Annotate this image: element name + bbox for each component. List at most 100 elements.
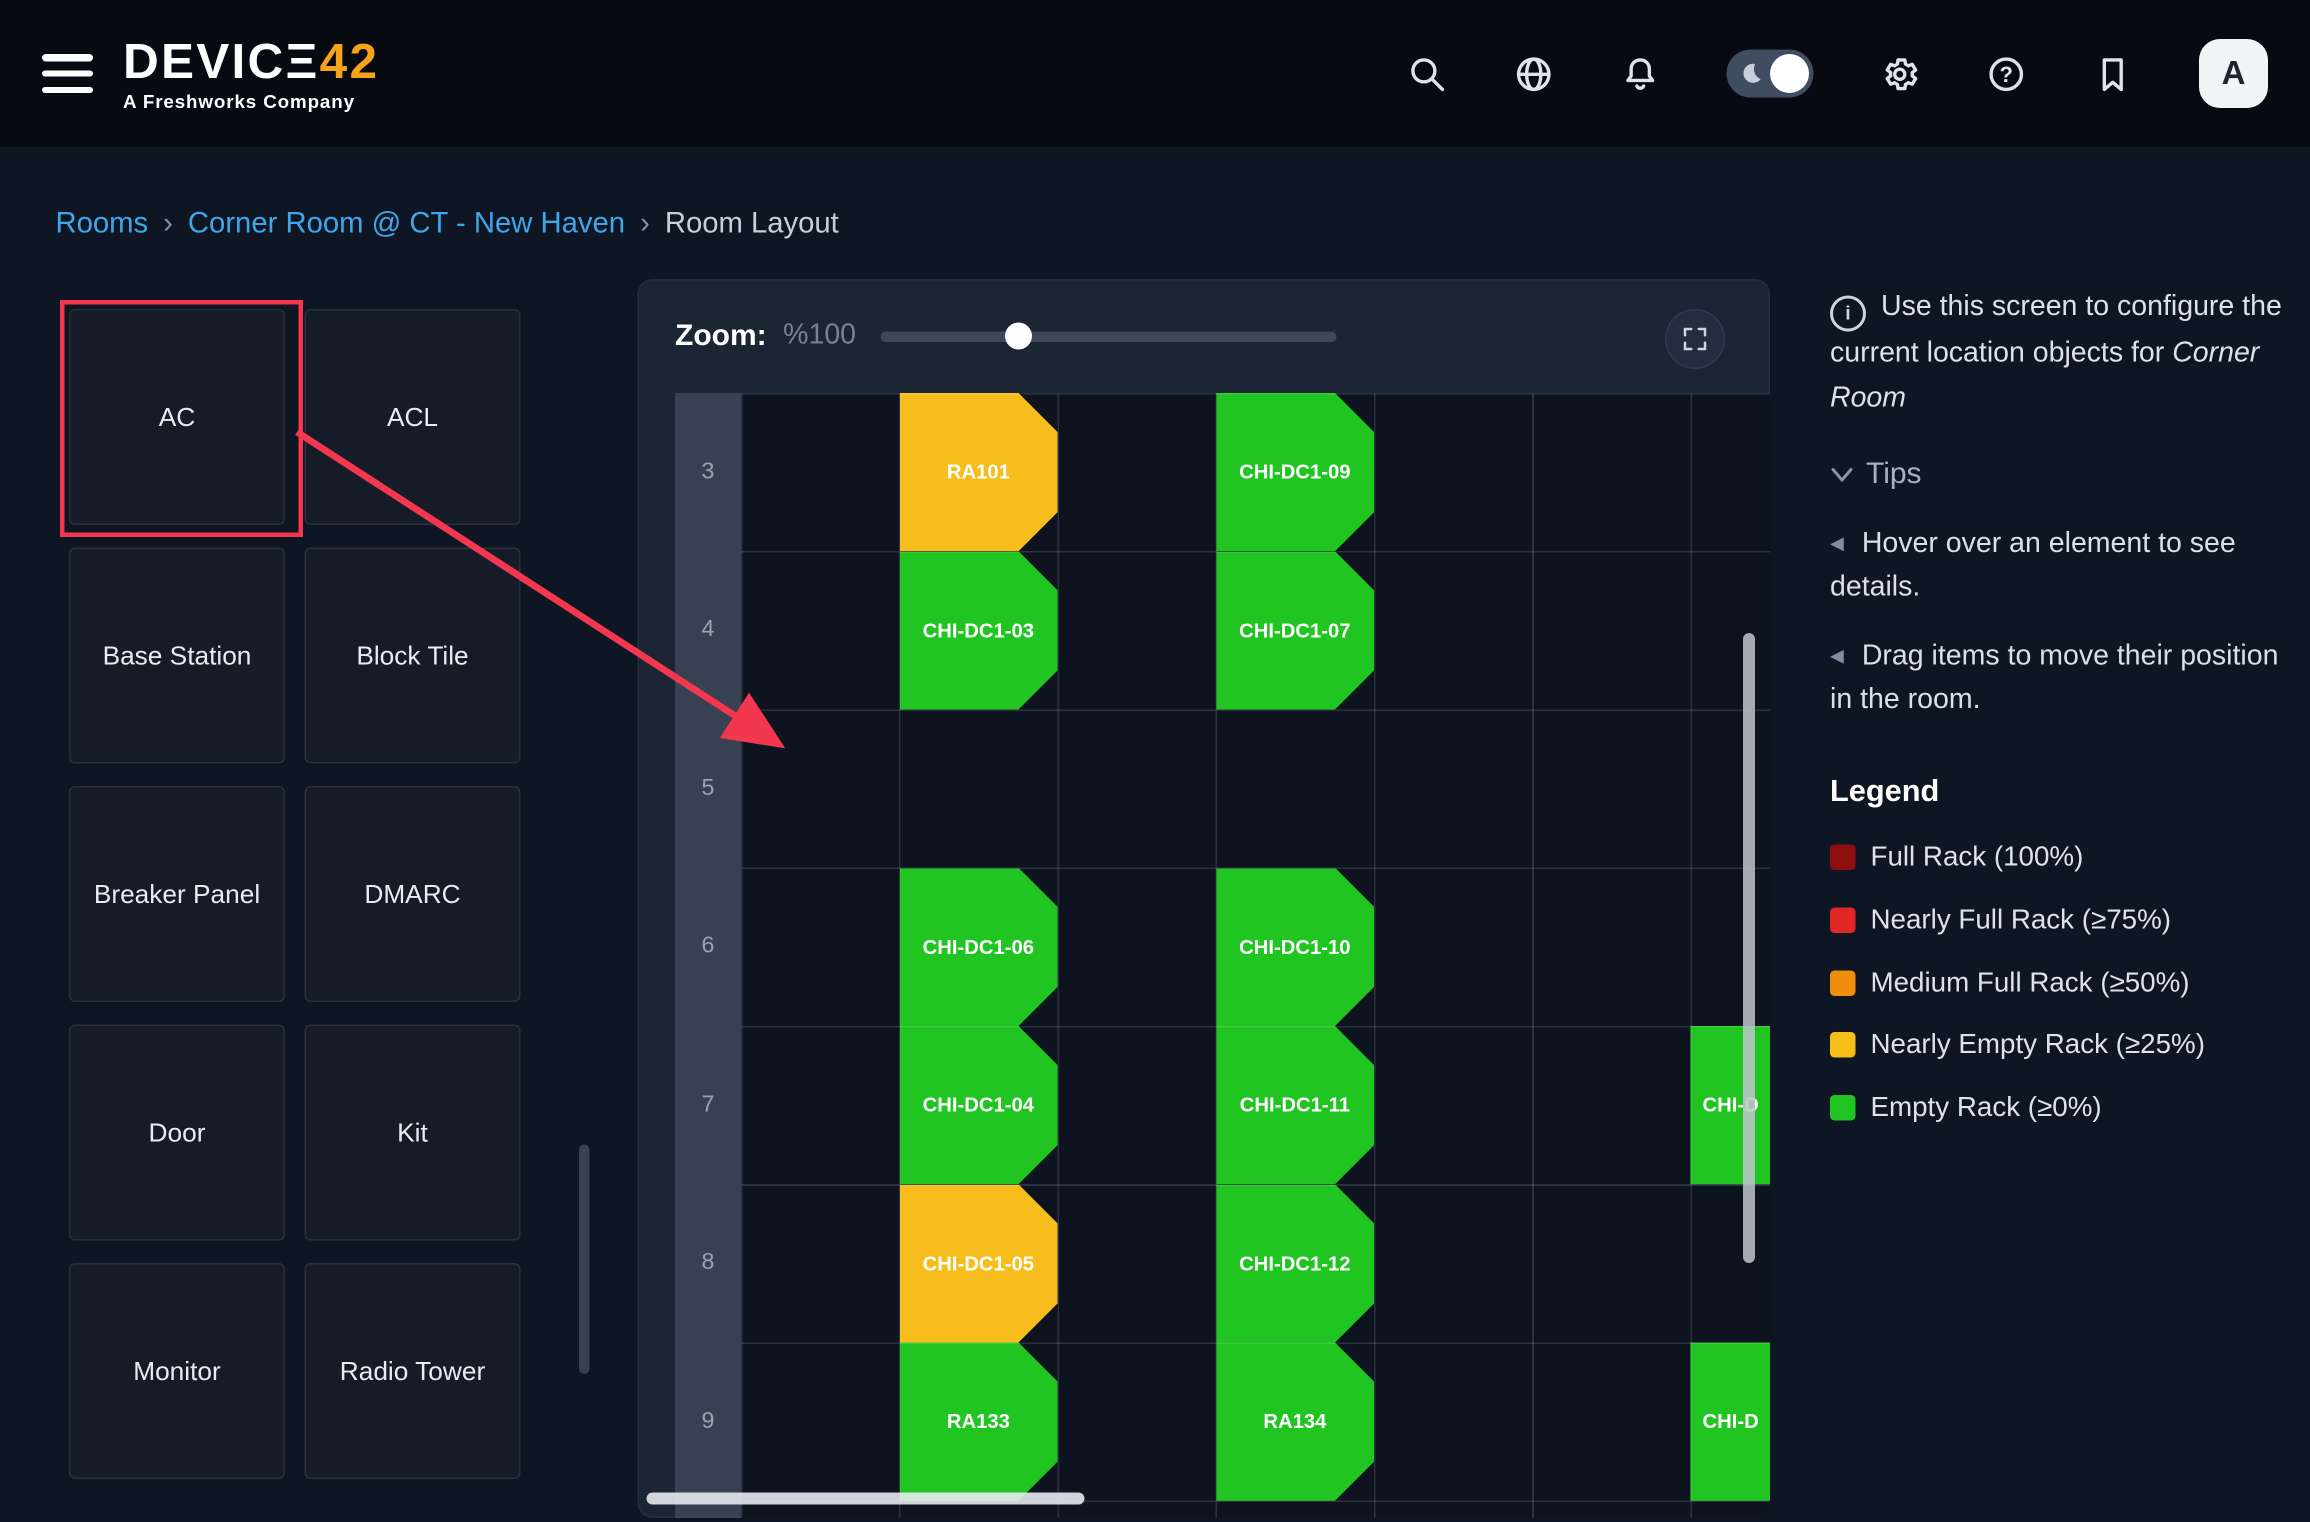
legend-label: Nearly Full Rack (≥75%)	[1871, 899, 2172, 942]
row-label-7: 7	[675, 1026, 741, 1184]
moon-icon	[1737, 60, 1764, 87]
zoom-slider[interactable]	[880, 323, 1336, 350]
brand-logo-number: 42	[320, 33, 380, 89]
tips-toggle[interactable]: Tips	[1830, 451, 2304, 498]
rack-chi-dc1-11[interactable]: CHI-DC1-11	[1216, 1026, 1374, 1184]
chevron-down-icon	[1830, 464, 1854, 485]
hamburger-menu-button[interactable]	[42, 54, 93, 93]
rack-label: CHI-DC1-12	[1239, 1252, 1350, 1275]
top-bar: DEVICΞ42 A Freshworks Company ?	[0, 0, 2310, 147]
globe-icon[interactable]	[1514, 53, 1555, 94]
row-label-4: 4	[675, 551, 741, 709]
legend-swatch-icon	[1830, 907, 1856, 933]
palette-tile-base-station[interactable]: Base Station	[69, 548, 285, 764]
user-avatar[interactable]: A	[2199, 39, 2268, 108]
rack-chi-dc1-05[interactable]: CHI-DC1-05	[899, 1184, 1057, 1342]
rack-label: CHI-DC1-10	[1239, 936, 1350, 959]
svg-text:?: ?	[2000, 61, 2013, 86]
room-grid: 3456789 RA101 CHI-DC1-09 CHI-DC1-03 CHI-DC1…	[638, 393, 1771, 1518]
intro-paragraph: iUse this screen to configure the curren…	[1830, 285, 2304, 420]
rack-label: RA101	[947, 461, 1010, 484]
search-icon[interactable]	[1407, 53, 1448, 94]
rack-label: CHI-DC1-11	[1240, 1094, 1350, 1117]
canvas-vertical-scrollbar[interactable]	[1743, 633, 1755, 1263]
palette-grid: ACACLBase StationBlock TileBreaker Panel…	[69, 309, 521, 1479]
brand-name: DEVICΞ42	[123, 36, 379, 86]
canvas-horizontal-scrollbar[interactable]	[647, 1493, 1085, 1505]
brand-tagline: A Freshworks Company	[123, 93, 379, 112]
legend-item-full-rack-100-: Full Rack (100%)	[1830, 836, 2304, 879]
row-label-3: 3	[675, 393, 741, 551]
legend-swatch-icon	[1830, 845, 1856, 871]
zoom-label: Zoom:	[675, 319, 767, 354]
palette-tile-monitor[interactable]: Monitor	[69, 1263, 285, 1479]
grid-area[interactable]: RA101 CHI-DC1-09 CHI-DC1-03 CHI-DC1-07 CHI-D…	[741, 393, 1770, 1518]
rack-label: RA134	[1263, 1410, 1326, 1433]
legend-label: Full Rack (100%)	[1871, 836, 2084, 879]
rack-chi-d[interactable]: CHI-D	[1691, 1343, 1771, 1501]
rack-chi-dc1-12[interactable]: CHI-DC1-12	[1216, 1184, 1374, 1342]
rack-label: RA133	[947, 1410, 1010, 1433]
rack-label: CHI-DC1-03	[923, 619, 1034, 642]
rack-label: CHI-DC1-06	[923, 936, 1034, 959]
legend-item-medium-full-rack-50-: Medium Full Rack (≥50%)	[1830, 961, 2304, 1004]
rack-chi-dc1-03[interactable]: CHI-DC1-03	[899, 551, 1057, 709]
legend-item-empty-rack-0-: Empty Rack (≥0%)	[1830, 1086, 2304, 1129]
room-layout-panel: Zoom: %100 3456789 RA101CHI-DC1-09CHI-DC…	[638, 279, 1771, 1518]
palette-tile-radio-tower[interactable]: Radio Tower	[305, 1263, 521, 1479]
breadcrumb-item-rooms[interactable]: Rooms	[56, 207, 149, 242]
palette-scrollbar[interactable]	[579, 1145, 590, 1375]
legend-swatch-icon	[1830, 970, 1856, 996]
row-label-5: 5	[675, 710, 741, 868]
palette-tile-door[interactable]: Door	[69, 1025, 285, 1241]
tips-list: Hover over an element to see details.Dra…	[1830, 522, 2304, 723]
breadcrumb-item-corner-room-ct-new-haven[interactable]: Corner Room @ CT - New Haven	[188, 207, 625, 242]
palette-tile-breaker-panel[interactable]: Breaker Panel	[69, 786, 285, 1002]
legend-swatch-icon	[1830, 1032, 1856, 1058]
rack-ra133[interactable]: RA133	[899, 1343, 1057, 1501]
bookmark-icon[interactable]	[2093, 53, 2134, 94]
tip-item-0: Hover over an element to see details.	[1830, 522, 2304, 610]
rack-ra101[interactable]: RA101	[899, 393, 1057, 551]
palette-tile-ac[interactable]: AC	[69, 309, 285, 525]
zoom-slider-knob[interactable]	[1005, 323, 1032, 350]
grid-row-labels: 3456789	[675, 393, 741, 1518]
rack-label: CHI-DC1-09	[1239, 461, 1350, 484]
brand-logo-e: Ξ	[286, 33, 320, 89]
tips-title: Tips	[1866, 451, 1922, 498]
brand-logo[interactable]: DEVICΞ42 A Freshworks Company	[123, 36, 379, 112]
rack-label: CHI-DC1-07	[1239, 619, 1350, 642]
palette-tile-block-tile[interactable]: Block Tile	[305, 548, 521, 764]
breadcrumb: Rooms›Corner Room @ CT - New Haven›Room …	[56, 207, 839, 242]
legend-item-nearly-empty-rack-25-: Nearly Empty Rack (≥25%)	[1830, 1024, 2304, 1067]
info-icon: i	[1830, 296, 1866, 332]
palette-tile-acl[interactable]: ACL	[305, 309, 521, 525]
settings-gear-icon[interactable]	[1880, 53, 1921, 94]
palette-tile-dmarc[interactable]: DMARC	[305, 786, 521, 1002]
zoom-slider-track[interactable]	[880, 332, 1336, 343]
row-label-9: 9	[675, 1343, 741, 1501]
help-icon[interactable]: ?	[1986, 53, 2027, 94]
fullscreen-icon	[1680, 324, 1710, 354]
palette-tile-kit[interactable]: Kit	[305, 1025, 521, 1241]
rack-chi-dc1-07[interactable]: CHI-DC1-07	[1216, 551, 1374, 709]
fullscreen-button[interactable]	[1665, 309, 1725, 369]
rack-chi-dc1-10[interactable]: CHI-DC1-10	[1216, 868, 1374, 1026]
breadcrumb-separator: ›	[163, 207, 173, 242]
rack-chi-dc1-06[interactable]: CHI-DC1-06	[899, 868, 1057, 1026]
rack-chi-dc1-04[interactable]: CHI-DC1-04	[899, 1026, 1057, 1184]
rack-chi-d[interactable]: CHI-D	[1691, 1026, 1771, 1184]
rack-label: CHI-DC1-04	[923, 1094, 1034, 1117]
row-label-6: 6	[675, 868, 741, 1026]
rack-label: CHI-D	[1703, 1410, 1759, 1433]
legend-label: Medium Full Rack (≥50%)	[1871, 961, 2190, 1004]
theme-toggle-knob	[1770, 54, 1809, 93]
help-sidebar: iUse this screen to configure the curren…	[1830, 285, 2304, 1129]
canvas-header: Zoom: %100	[638, 279, 1771, 393]
rack-chi-dc1-09[interactable]: CHI-DC1-09	[1216, 393, 1374, 551]
notifications-bell-icon[interactable]	[1620, 53, 1661, 94]
rack-ra134[interactable]: RA134	[1216, 1343, 1374, 1501]
theme-toggle[interactable]	[1727, 50, 1814, 98]
topbar-actions: ? A	[1407, 39, 2268, 108]
legend-list: Full Rack (100%) Nearly Full Rack (≥75%) M…	[1830, 836, 2304, 1129]
